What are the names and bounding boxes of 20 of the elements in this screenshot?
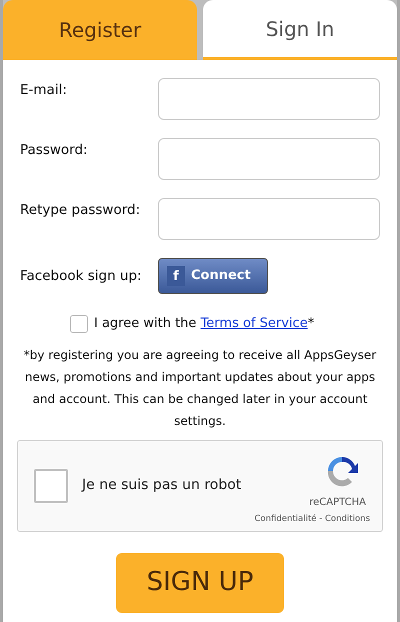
captcha-label: Je ne suis pas un robot	[82, 476, 242, 495]
captcha-checkbox[interactable]	[34, 468, 68, 502]
field-label: Password:	[20, 141, 88, 160]
field-label: Facebook sign up:	[20, 266, 142, 286]
tab[interactable]: Sign In	[203, 0, 397, 60]
facebook-icon: f	[167, 266, 185, 286]
notice-text: *by registering you are agreeing to receive all AppsGeyser news, promotions and important updates about your apps and account. This can be changed later in your account settings.	[22, 346, 378, 430]
terms-link[interactable]: Terms of Service	[200, 316, 308, 331]
privacy-terms-links[interactable]: Confidentialité - Conditions	[254, 512, 370, 526]
agree-text: I agree with the Terms of Service*	[94, 315, 314, 333]
input-field[interactable]	[158, 138, 380, 180]
input-field[interactable]	[158, 78, 380, 120]
field-label: E-mail:	[20, 81, 67, 100]
sign-up-button[interactable]: SIGN UP	[116, 552, 284, 612]
checkbox[interactable]	[70, 314, 88, 333]
tab[interactable]: Register	[3, 0, 197, 60]
field-label: Retype password:	[20, 201, 140, 220]
recaptcha-brand: reCAPTCHA	[309, 496, 366, 510]
facebook-connect-button[interactable]: f Connect	[158, 258, 268, 294]
input-field[interactable]	[158, 198, 380, 240]
